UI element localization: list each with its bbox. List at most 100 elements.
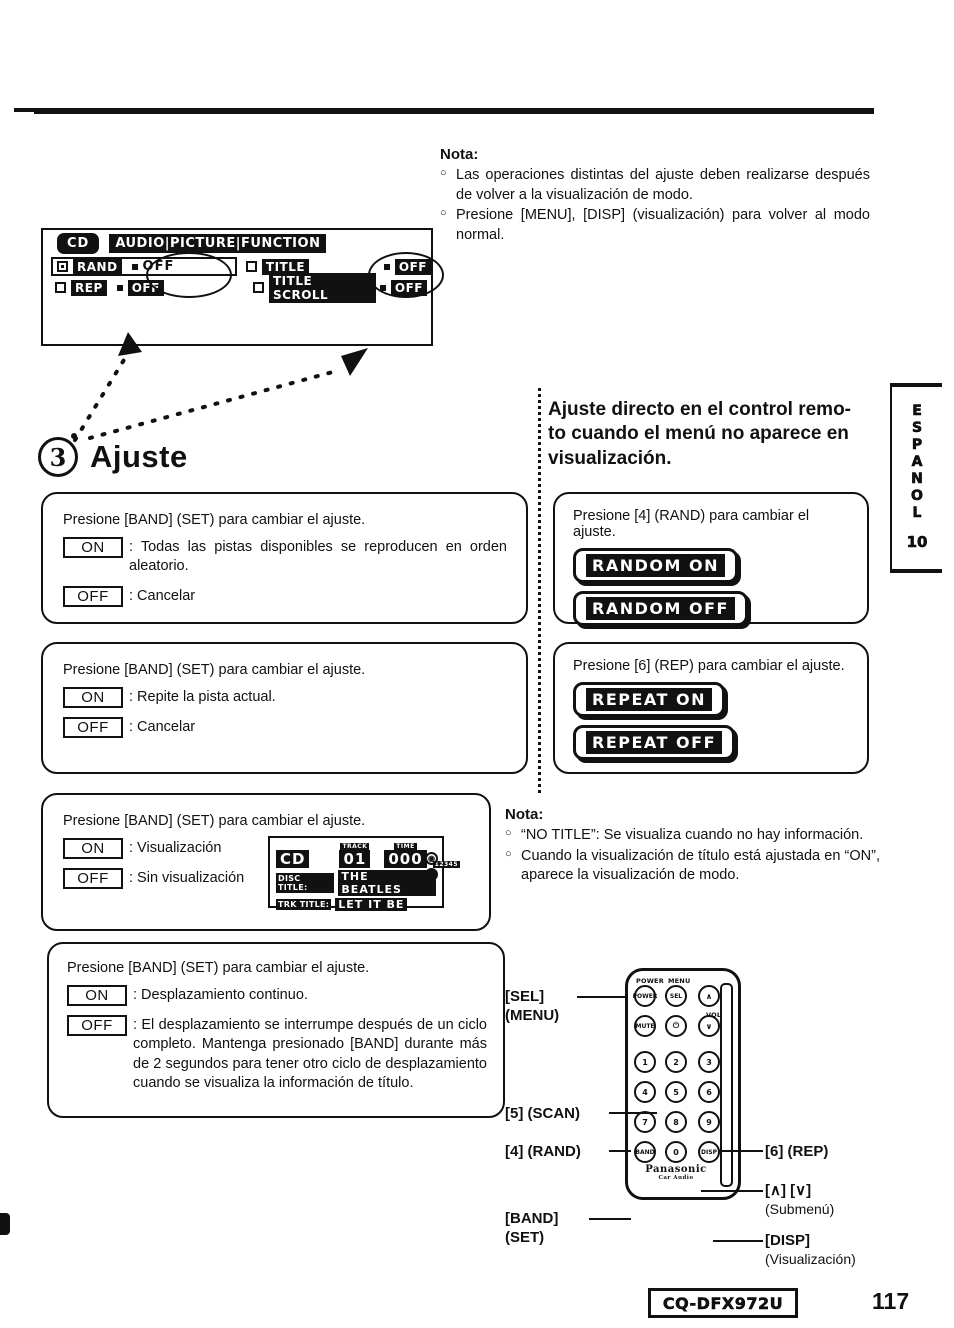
option-row-off: OFF : Cancelar (63, 717, 510, 738)
nota-title: Nota: (505, 806, 544, 823)
lcd-menu-rows: RAND OFF TITLE OFF REP OFF TITLE SCROLL … (43, 256, 431, 303)
remote-button-power[interactable]: POWER (633, 985, 657, 1007)
cd-track-number: 01 (339, 850, 371, 868)
lcd-item-value: OFF (394, 258, 431, 275)
lcd-item-value: OFF (390, 279, 427, 296)
lcd-pill-repeat-on: REPEAT ON (573, 682, 726, 717)
callout-line-disp (713, 1240, 763, 1242)
cd-disc-title-value: THE BEATLES (338, 870, 436, 896)
cd-source-label: CD (276, 850, 310, 868)
remote-brand-sub: Car Audio (658, 1175, 694, 1181)
remote-button-8[interactable]: 8 (665, 1111, 687, 1133)
page-number: 117 (872, 1288, 910, 1314)
cd-track-title-label: TRK TITLE: (276, 899, 332, 910)
option-row-off: OFF : Cancelar (63, 585, 510, 607)
side-tab-letter: S (911, 420, 923, 437)
note-icon: ♪ (425, 868, 438, 881)
bullet-icon (131, 263, 138, 270)
remote-button-source[interactable]: ⏻ (665, 1015, 687, 1037)
callout-line-rand (609, 1150, 631, 1152)
remote-button-0[interactable]: 0 (665, 1141, 687, 1163)
option-row-off: OFF : El desplazamiento se interrumpe de… (67, 1015, 487, 1093)
cd-time-value: 000 (384, 850, 427, 868)
option-chip-on: ON (63, 838, 123, 859)
option-chip-off: OFF (63, 585, 123, 607)
section-heading-remote: Ajuste directo en el control remo-to cua… (548, 399, 851, 469)
remote-button-6[interactable]: 6 (698, 1081, 720, 1103)
remote-label-menu: MENU (668, 977, 691, 985)
instruction-text: Presione [BAND] (SET) para cambiar el aj… (63, 512, 366, 528)
remote-button-sel[interactable]: SEL (665, 985, 687, 1007)
remote-button-4[interactable]: 4 (634, 1081, 656, 1103)
option-row-on: ON : Todas las pistas disponibles se rep… (63, 537, 510, 577)
model-number: CQ-DFX972U (662, 1293, 784, 1313)
instruction-text: Presione [BAND] (SET) para cambiar el aj… (63, 662, 366, 678)
box-remote-random: Presione [4] (RAND) para cambiar el ajus… (553, 492, 869, 626)
option-text-on: : Desplazamiento continuo. (133, 987, 308, 1003)
side-tab-espanol: E S P A N O L 10 (890, 383, 942, 573)
cd-display-illustration: CD TRACK 01 TIME 000 12345 DISC TITLE: T… (268, 836, 461, 911)
lcd-item-title-scroll: TITLE SCROLL OFF (249, 272, 431, 303)
remote-button-2[interactable]: 2 (665, 1051, 687, 1073)
checkbox-icon (245, 261, 257, 272)
page-top-rule (14, 108, 874, 114)
lcd-item-value: OFF (142, 259, 175, 274)
side-tab-letter: O (911, 488, 924, 505)
remote-button-7[interactable]: 7 (634, 1111, 656, 1133)
remote-button-mute[interactable]: MUTE (634, 1015, 656, 1037)
cd-track-title-row: TRK TITLE: LET IT BE (270, 896, 442, 911)
lcd-pill-text: REPEAT ON (586, 688, 713, 711)
box-remote-repeat: Presione [6] (REP) para cambiar el ajust… (553, 642, 869, 774)
option-chip-on: ON (67, 985, 127, 1006)
option-row-on: ON : Repite la pista actual. (63, 687, 510, 708)
remote-button-vol-down[interactable]: ∨ (698, 1015, 720, 1037)
option-text-off: : Cancelar (129, 587, 196, 604)
lcd-item-rand: RAND OFF (51, 257, 237, 276)
side-tab-letter: E (912, 403, 922, 420)
cd-display-indicator-icons: ◉ ♪ (425, 852, 438, 881)
lcd-pill-text: RANDOM ON (586, 554, 725, 577)
option-text-off: : Sin visualización (129, 870, 245, 886)
bullet-icon (383, 263, 390, 270)
callout-rep: [6] (REP) (765, 1143, 829, 1160)
remote-label-power: POWER (636, 977, 664, 985)
checkbox-icon (57, 261, 68, 272)
option-text-on: : Repite la pista actual. (129, 689, 276, 705)
nota-item: Cuando la visualización de título está a… (505, 847, 880, 886)
lcd-menu-illustration: CD AUDIO|PICTURE|FUNCTION RAND OFF TITLE… (41, 228, 433, 346)
lcd-menu-row: REP OFF TITLE SCROLL OFF (43, 272, 431, 303)
nota-item: Las operaciones distintas del ajuste deb… (440, 166, 870, 205)
cd-track-caption: TRACK (340, 843, 370, 850)
model-badge: CQ-DFX972U (648, 1288, 798, 1318)
remote-brand: Panasonic Car Audio (628, 1164, 724, 1181)
checkbox-icon (55, 282, 66, 293)
side-tab-number: 10 (906, 533, 928, 552)
callout-rand: [4] (RAND) (505, 1143, 581, 1160)
remote-button-disp[interactable]: DISP (698, 1141, 720, 1163)
callout-line-updown (701, 1190, 763, 1192)
remote-button-1[interactable]: 1 (634, 1051, 656, 1073)
side-tab-letter: L (912, 505, 922, 522)
disc-icon: ◉ (425, 852, 438, 865)
callout-line-sel (577, 996, 627, 998)
remote-button-band[interactable]: BAND (634, 1141, 656, 1163)
remote-button-3[interactable]: 3 (698, 1051, 720, 1073)
lcd-pill-text: RANDOM OFF (586, 597, 735, 620)
side-tab-letter: N (911, 471, 923, 488)
option-text-off: : Cancelar (129, 719, 196, 735)
step-heading: 3 Ajuste (38, 433, 188, 477)
lcd-item-label: TITLE SCROLL (269, 272, 376, 303)
remote-button-vol-up[interactable]: ∧ (698, 985, 720, 1007)
option-chip-on: ON (63, 687, 123, 708)
remote-button-5[interactable]: 5 (665, 1081, 687, 1103)
lcd-item-label: RAND (73, 258, 122, 275)
option-chip-off: OFF (63, 717, 123, 738)
instruction-text: Presione [BAND] (SET) para cambiar el aj… (63, 813, 366, 829)
box-title-scroll-setting: Presione [BAND] (SET) para cambiar el aj… (47, 942, 505, 1118)
nota-item: “NO TITLE”: Se visualiza cuando no hay i… (505, 826, 880, 846)
side-tab-letter: A (911, 454, 923, 471)
remote-button-9[interactable]: 9 (698, 1111, 720, 1133)
checkbox-icon (253, 282, 264, 293)
callout-disp: [DISP] (Visualización) (765, 1232, 856, 1267)
lcd-pill-random-off: RANDOM OFF (573, 591, 748, 626)
